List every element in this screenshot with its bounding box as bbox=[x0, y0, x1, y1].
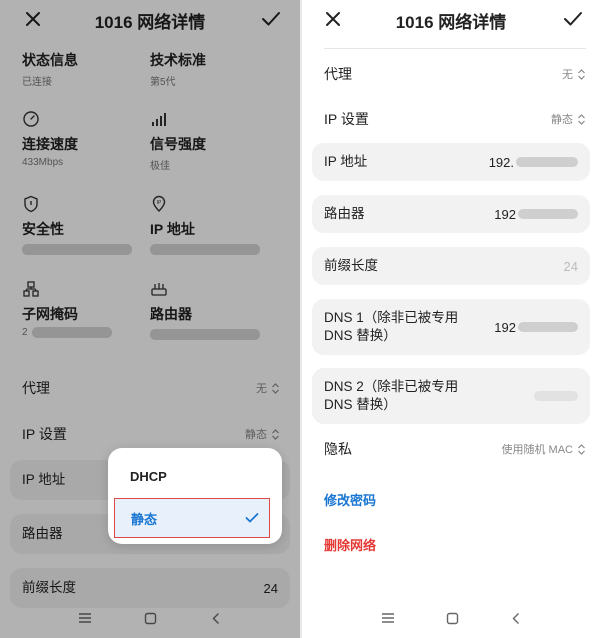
page-title: 1016 网络详情 bbox=[395, 13, 507, 32]
option-dhcp[interactable]: DHCP bbox=[108, 456, 282, 496]
dns2-card[interactable]: DNS 2（除非已被专用 DNS 替换） bbox=[312, 368, 590, 424]
left-screen: 1016 网络详情 状态信息 已连接 技术标准 第5代 连接速度 433Mbps… bbox=[0, 0, 300, 638]
selected-check-icon bbox=[245, 513, 259, 523]
change-password-link[interactable]: 修改密码 bbox=[324, 490, 376, 509]
header-divider bbox=[324, 48, 586, 49]
redacted-value bbox=[518, 209, 578, 219]
dns1-card[interactable]: DNS 1（除非已被专用 DNS 替换） 192 bbox=[312, 299, 590, 355]
confirm-check-icon[interactable] bbox=[560, 6, 586, 32]
proxy-row[interactable]: 代理 无 bbox=[302, 52, 600, 96]
prefix-length-card[interactable]: 前缀长度 24 bbox=[312, 247, 590, 285]
redacted-value bbox=[518, 322, 578, 332]
delete-network-link[interactable]: 删除网络 bbox=[324, 535, 376, 554]
chevron-up-down-icon bbox=[578, 68, 585, 80]
privacy-row[interactable]: 隐私 使用随机 MAC bbox=[302, 427, 600, 471]
router-card[interactable]: 路由器 192 bbox=[312, 195, 590, 233]
option-static[interactable]: 静态 bbox=[114, 498, 270, 538]
chevron-up-down-icon bbox=[578, 443, 585, 455]
ip-address-card[interactable]: IP 地址 192. bbox=[312, 143, 590, 181]
menu-icon[interactable] bbox=[380, 610, 396, 626]
right-nav-bar bbox=[302, 598, 600, 638]
right-screen: 1016 网络详情 代理 无 IP 设置 静态 IP 地址 192. 路由器 1… bbox=[302, 0, 600, 638]
home-icon[interactable] bbox=[444, 610, 460, 626]
ip-settings-dropdown: DHCP 静态 bbox=[108, 448, 282, 544]
redacted-value bbox=[534, 391, 578, 401]
back-icon[interactable] bbox=[508, 610, 524, 626]
redacted-value bbox=[516, 157, 578, 167]
ip-settings-row[interactable]: IP 设置 静态 bbox=[302, 97, 600, 141]
chevron-up-down-icon bbox=[578, 113, 585, 125]
right-header: 1016 网络详情 bbox=[302, 0, 600, 38]
